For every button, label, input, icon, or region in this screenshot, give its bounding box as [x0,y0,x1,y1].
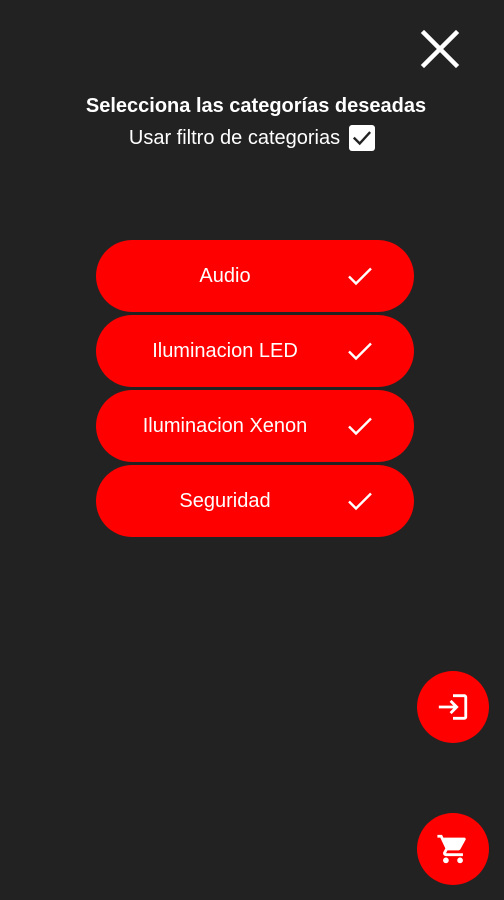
category-list: Audio Iluminacion LED Iluminacion Xenon … [96,240,414,540]
check-icon [346,412,374,440]
category-filter-toggle-row: Usar filtro de categorias [0,124,504,152]
close-button[interactable] [415,24,465,74]
category-label: Audio [199,265,251,287]
check-icon [346,262,374,290]
category-label: Iluminacion LED [152,340,298,362]
category-item-iluminacion-led[interactable]: Iluminacion LED [96,315,414,387]
category-item-seguridad[interactable]: Seguridad [96,465,414,537]
category-filter-screen: Selecciona las categorías deseadas Usar … [0,0,504,900]
login-icon [436,690,470,724]
use-category-filter-checkbox[interactable] [349,125,376,151]
filter-label: Usar filtro de categorias [128,127,341,149]
check-icon [346,487,374,515]
close-icon [415,24,465,74]
shopping-cart-icon [436,832,470,866]
page-title: Selecciona las categorías deseadas [85,95,427,117]
category-item-iluminacion-xenon[interactable]: Iluminacion Xenon [96,390,414,462]
category-label: Seguridad [179,490,271,512]
category-label: Iluminacion Xenon [142,415,308,437]
check-icon [346,337,374,365]
login-button[interactable] [417,671,489,743]
category-item-audio[interactable]: Audio [96,240,414,312]
checkmark-icon [353,131,372,146]
cart-button[interactable] [417,813,489,885]
